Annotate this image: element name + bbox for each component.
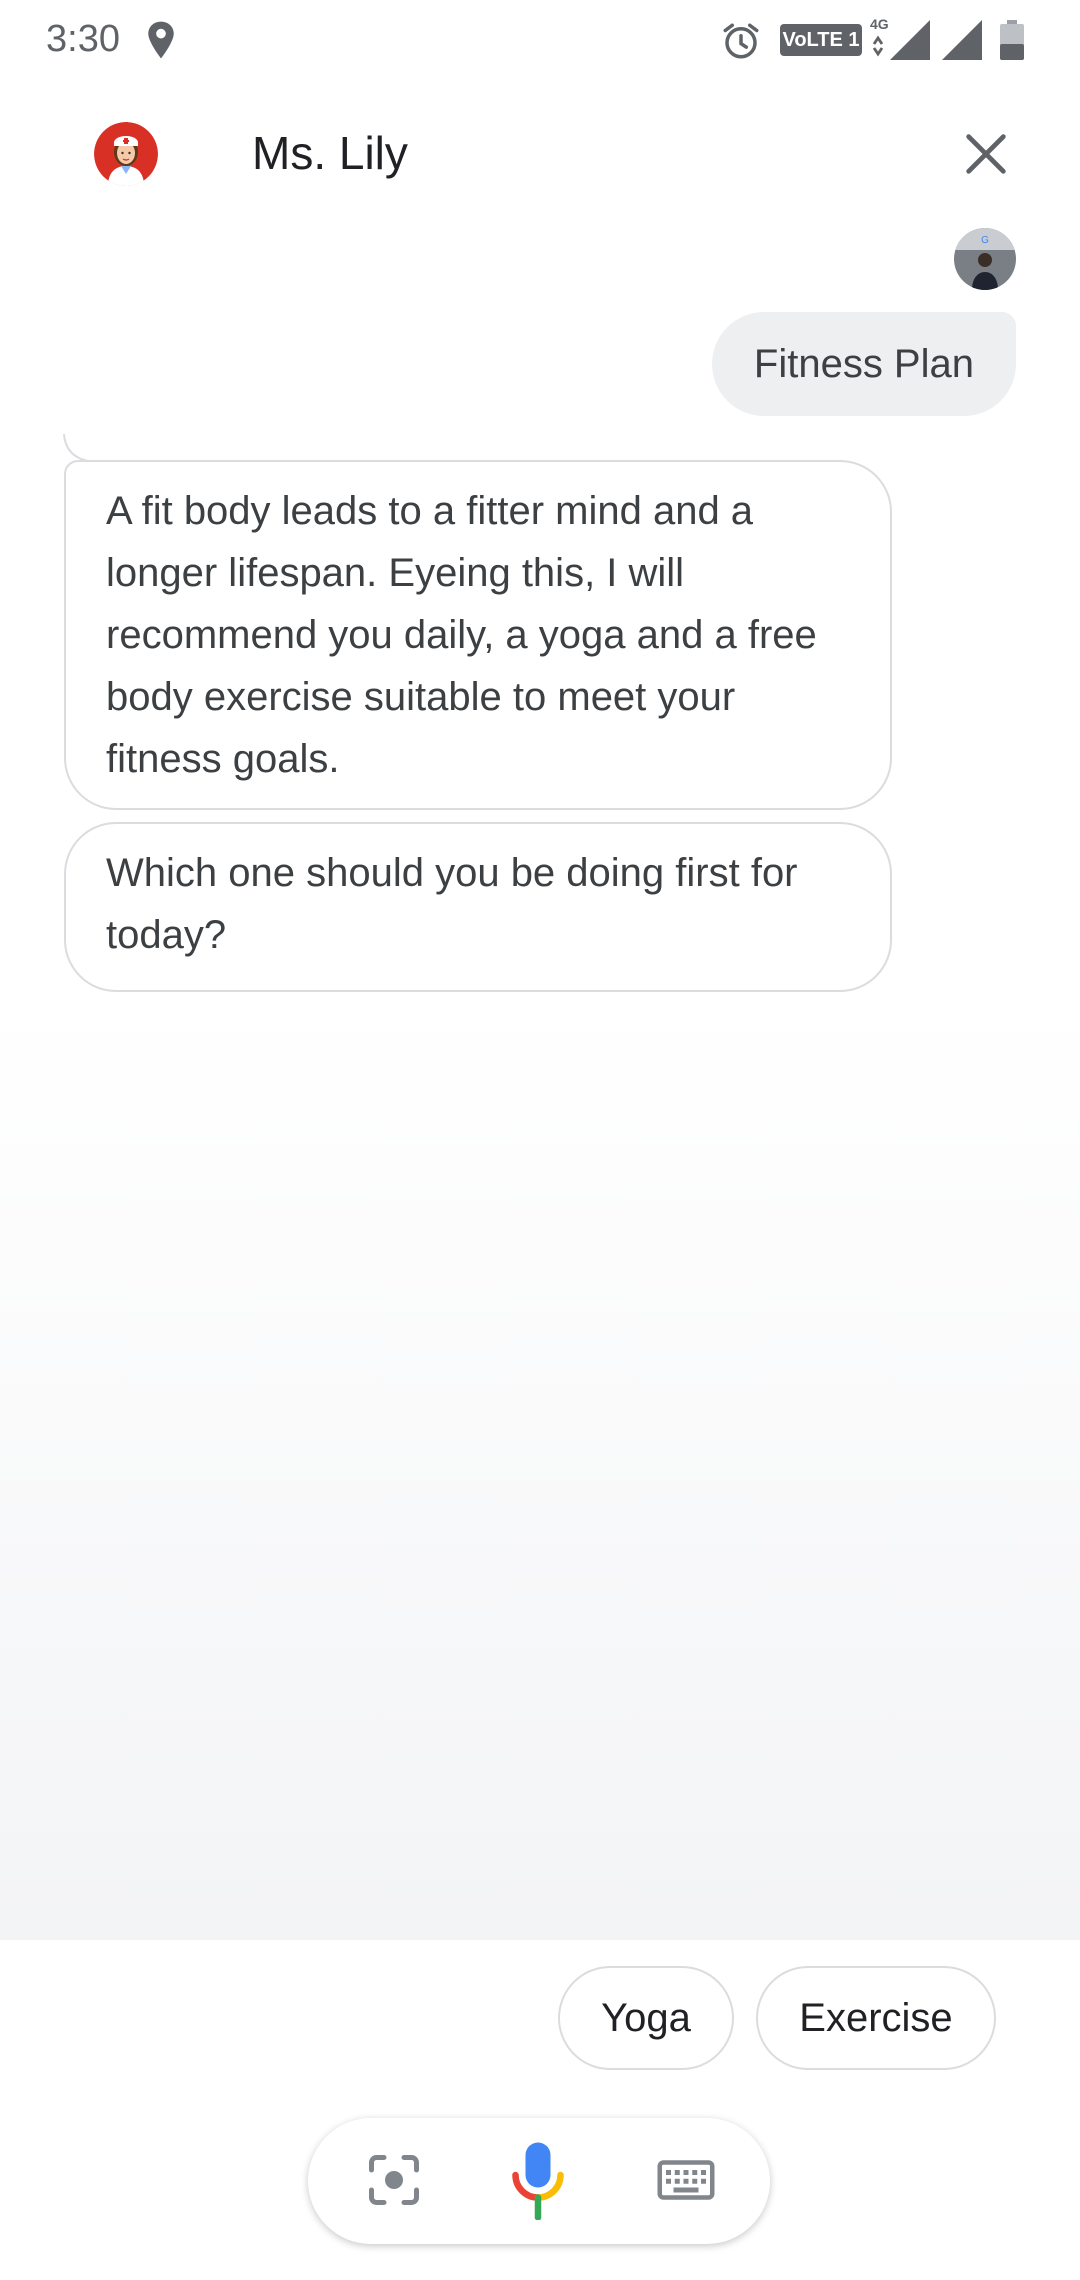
status-bar: 3:30 VoLTE 1 4G: [0, 0, 1080, 80]
microphone-icon[interactable]: [508, 2140, 568, 2220]
agent-message-bubble: A fit body leads to a fitter mind and a …: [64, 460, 892, 810]
signal-bars-icon: [872, 20, 930, 60]
agent-avatar: [94, 122, 158, 186]
chat-header: Ms. Lily: [0, 80, 1080, 230]
status-icons: VoLTE 1 4G: [720, 0, 1080, 80]
agent-message-bubble: Which one should you be doing first for …: [64, 822, 892, 992]
svg-text:G: G: [981, 235, 989, 246]
user-photo-icon: G: [954, 228, 1016, 290]
assistant-input-bar: [308, 2118, 770, 2244]
battery-icon: [1000, 20, 1024, 60]
alarm-icon: [723, 23, 759, 59]
nurse-avatar-icon: [94, 122, 158, 186]
agent-name: Ms. Lily: [252, 127, 408, 179]
mobile-signal-icon: 4G: [870, 16, 934, 62]
lens-icon[interactable]: [364, 2148, 424, 2212]
volte-badge: VoLTE 1: [780, 24, 862, 56]
keyboard-icon[interactable]: [656, 2148, 716, 2212]
user-message-bubble: Fitness Plan: [711, 312, 1016, 416]
suggestion-chip-yoga[interactable]: Yoga: [558, 1966, 734, 2070]
suggestion-bar: Yoga Exercise: [0, 1940, 1080, 2280]
location-icon: [148, 21, 174, 59]
suggestion-chip-exercise[interactable]: Exercise: [756, 1966, 996, 2070]
status-time: 3:30: [46, 18, 120, 60]
signal-icon: [942, 20, 982, 60]
close-icon[interactable]: [960, 128, 1012, 180]
user-avatar: G: [954, 228, 1016, 290]
